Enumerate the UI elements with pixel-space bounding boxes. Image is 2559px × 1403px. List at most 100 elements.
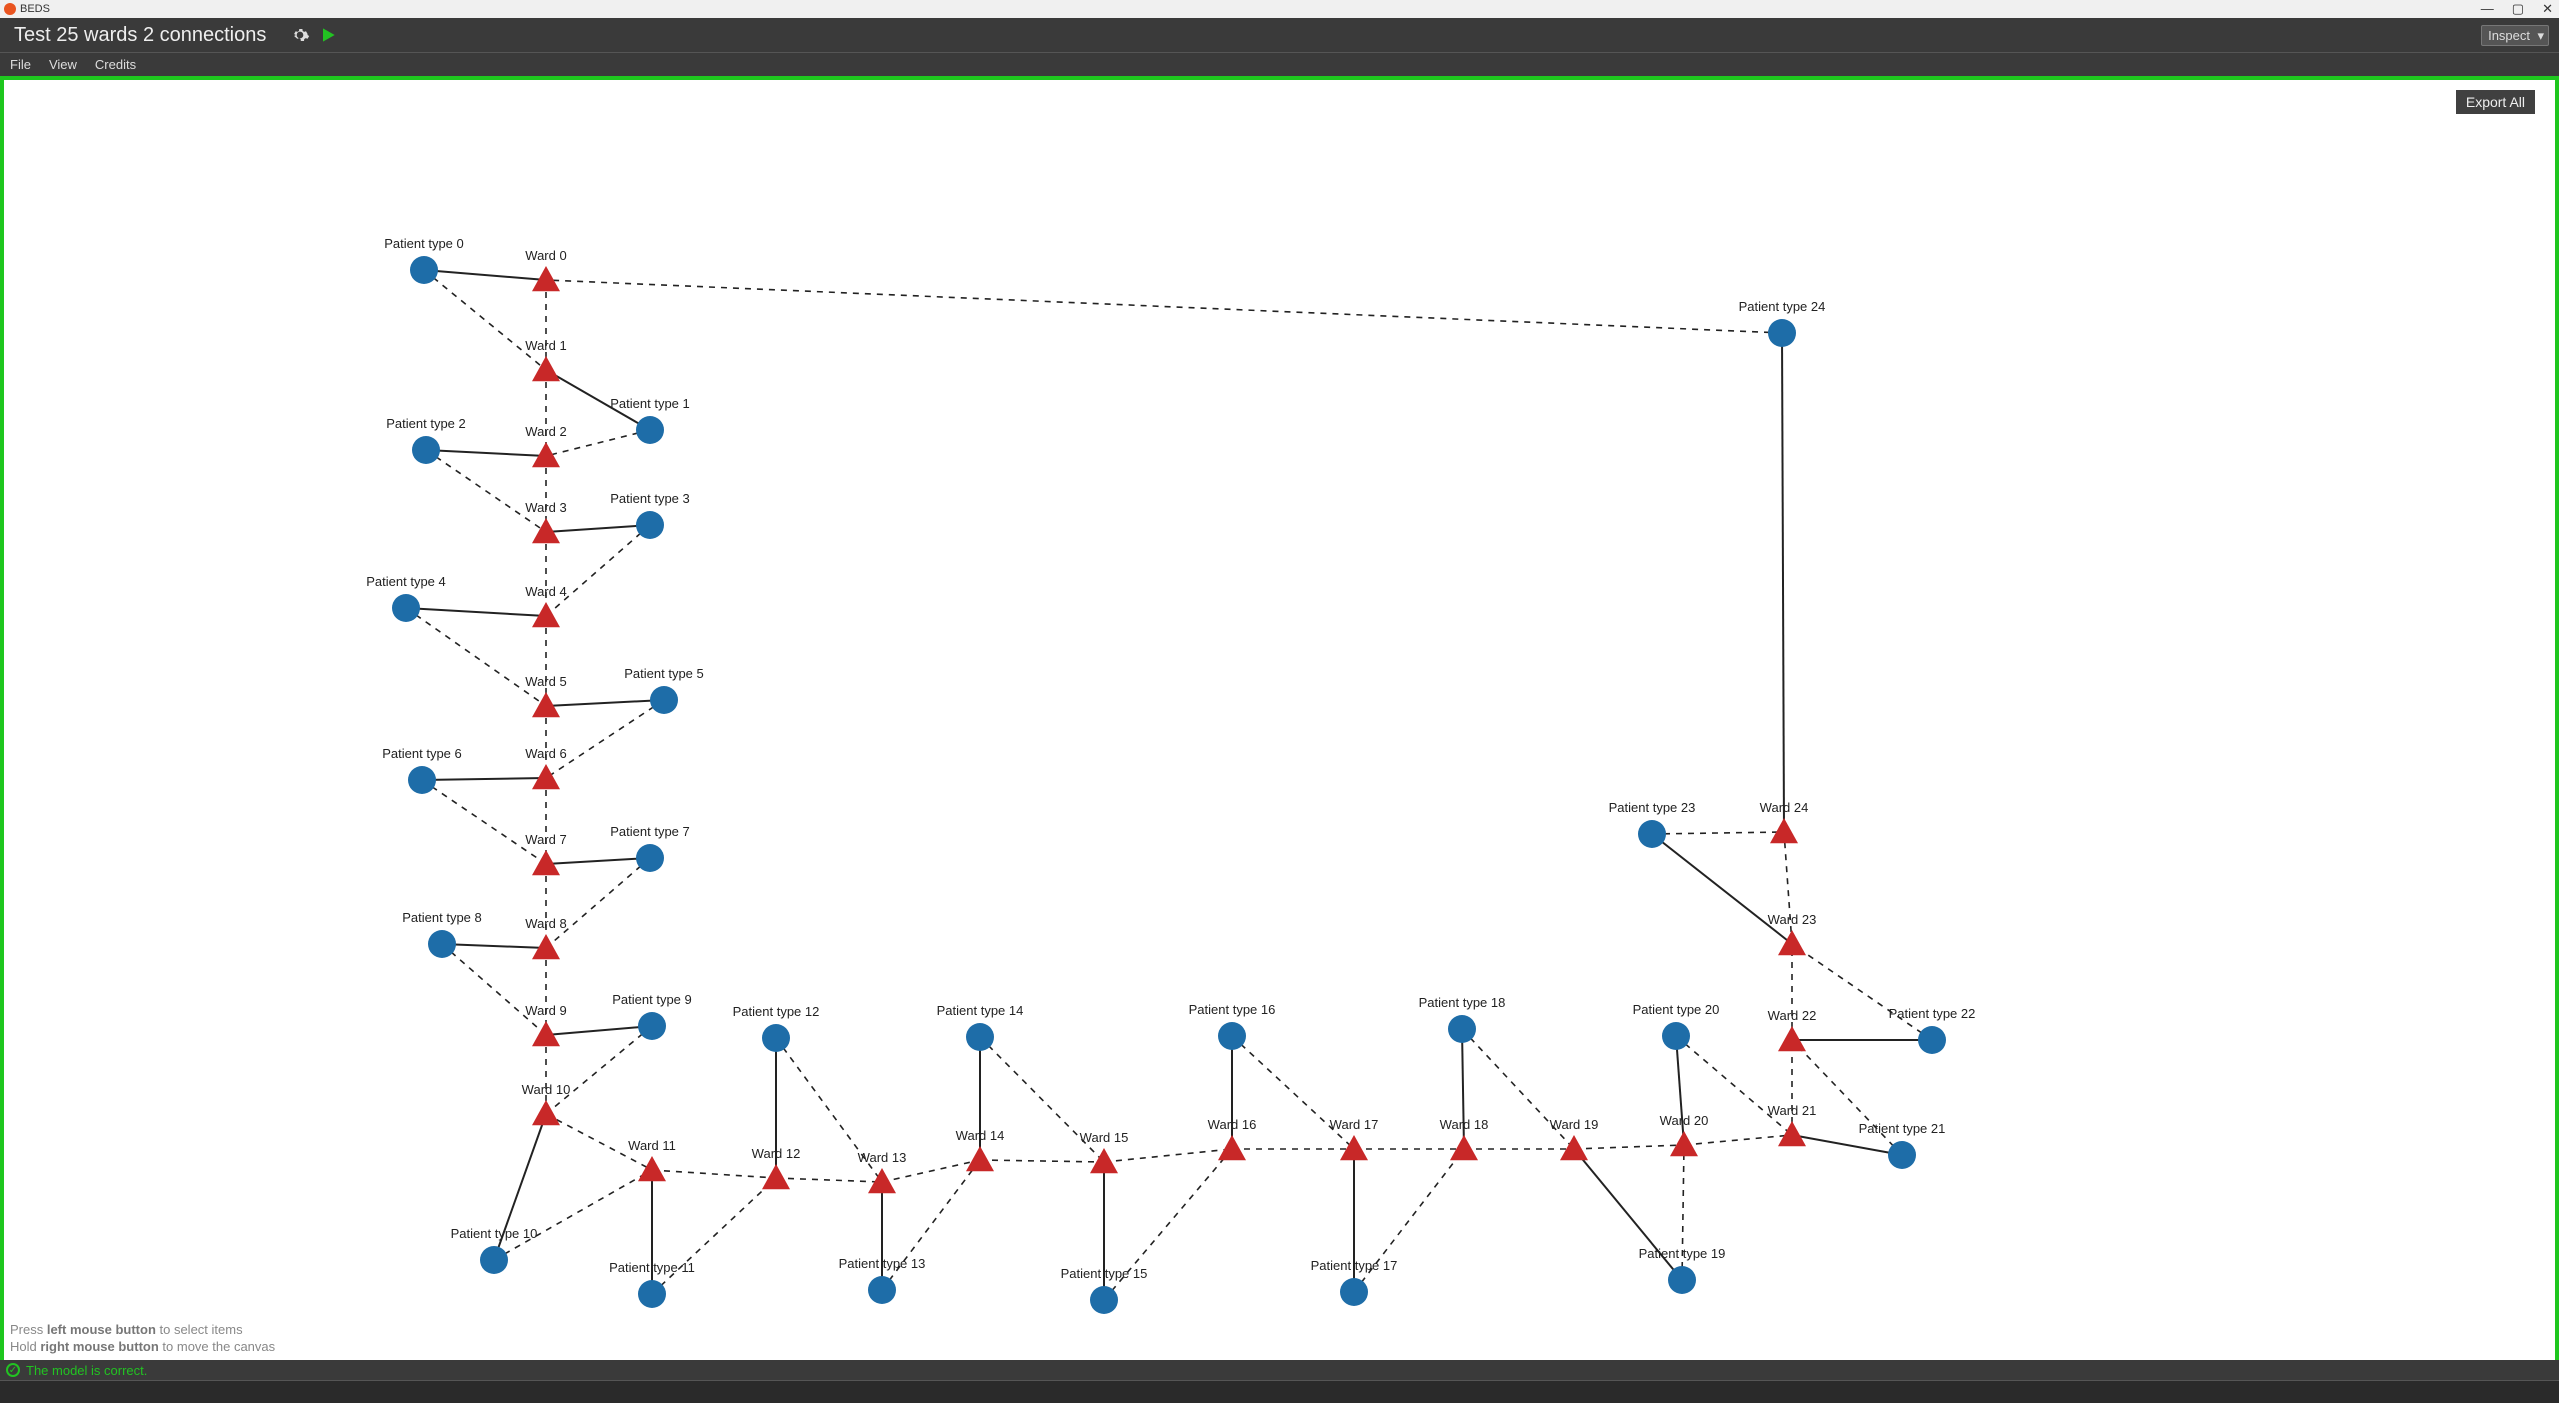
ward-node[interactable] (532, 934, 560, 959)
patient-node[interactable] (638, 1280, 666, 1308)
patient-node[interactable] (1448, 1015, 1476, 1043)
close-button[interactable]: ✕ (2542, 1, 2553, 17)
patient-node[interactable] (638, 1012, 666, 1040)
edge (546, 370, 650, 430)
edge (1462, 1029, 1574, 1149)
patient-node[interactable] (480, 1246, 508, 1274)
edge (1574, 1149, 1682, 1280)
patient-node[interactable] (1768, 319, 1796, 347)
ward-node[interactable] (1218, 1135, 1246, 1160)
ward-node[interactable] (762, 1164, 790, 1189)
os-app-name: BEDS (20, 3, 50, 15)
patient-node[interactable] (1638, 820, 1666, 848)
edge (1574, 1145, 1684, 1149)
patient-node[interactable] (650, 686, 678, 714)
patient-node[interactable] (408, 766, 436, 794)
patient-node[interactable] (392, 594, 420, 622)
menu-credits[interactable]: Credits (95, 57, 136, 72)
edge (776, 1178, 882, 1182)
ward-node[interactable] (1340, 1135, 1368, 1160)
edge (1104, 1149, 1232, 1162)
ward-label: Ward 23 (1768, 912, 1817, 927)
patient-label: Patient type 20 (1633, 1002, 1720, 1017)
minimize-button[interactable]: — (2481, 1, 2494, 17)
inspect-label: Inspect (2488, 28, 2530, 43)
edge (406, 608, 546, 706)
ward-node[interactable] (868, 1168, 896, 1193)
ward-node[interactable] (966, 1146, 994, 1171)
patient-label: Patient type 21 (1859, 1121, 1946, 1136)
edge (882, 1160, 980, 1182)
gear-icon[interactable] (290, 25, 310, 45)
ward-node[interactable] (532, 356, 560, 381)
hint1-bold: left mouse button (47, 1322, 156, 1337)
patient-node[interactable] (636, 416, 664, 444)
edge (424, 270, 546, 370)
canvas[interactable]: Export All Patient type 0Patient type 1P… (0, 76, 2559, 1360)
patient-label: Patient type 2 (386, 416, 466, 431)
edge (1462, 1029, 1464, 1149)
ward-node[interactable] (1670, 1131, 1698, 1156)
patient-node[interactable] (1218, 1022, 1246, 1050)
ward-node[interactable] (532, 764, 560, 789)
edge (546, 700, 664, 706)
patient-label: Patient type 6 (382, 746, 462, 761)
edge (1652, 832, 1784, 834)
menu-view[interactable]: View (49, 57, 77, 72)
hint2-suf: to move the canvas (159, 1339, 275, 1354)
patient-node[interactable] (868, 1276, 896, 1304)
ward-node[interactable] (1778, 1121, 1806, 1146)
patient-node[interactable] (1662, 1022, 1690, 1050)
ward-node[interactable] (1450, 1135, 1478, 1160)
patient-node[interactable] (636, 844, 664, 872)
os-taskbar[interactable] (0, 1380, 2559, 1403)
edge (1792, 1135, 1902, 1155)
edge (546, 280, 1782, 333)
edge (1684, 1135, 1792, 1145)
edge (546, 525, 650, 532)
edge (980, 1037, 1104, 1162)
edge (776, 1038, 882, 1182)
patient-node[interactable] (1668, 1266, 1696, 1294)
patient-node[interactable] (966, 1023, 994, 1051)
edge (1354, 1149, 1464, 1292)
ward-node[interactable] (638, 1156, 666, 1181)
patient-label: Patient type 0 (384, 236, 464, 251)
edge (1104, 1149, 1232, 1300)
patient-label: Patient type 7 (610, 824, 690, 839)
patient-node[interactable] (412, 436, 440, 464)
patient-label: Patient type 5 (624, 666, 704, 681)
patient-label: Patient type 3 (610, 491, 690, 506)
export-all-button[interactable]: Export All (2456, 90, 2535, 114)
menu-file[interactable]: File (10, 57, 31, 72)
status-text: The model is correct. (26, 1363, 147, 1378)
edge (442, 944, 546, 1035)
patient-label: Patient type 4 (366, 574, 446, 589)
edge (426, 450, 546, 456)
patient-node[interactable] (410, 256, 438, 284)
edge (1782, 333, 1784, 832)
patient-node[interactable] (762, 1024, 790, 1052)
edge (546, 1114, 652, 1170)
graph-svg[interactable]: Patient type 0Patient type 1Patient type… (4, 80, 2555, 1360)
inspect-dropdown[interactable]: Inspect ▾ (2481, 25, 2549, 46)
play-icon[interactable] (318, 25, 338, 45)
patient-node[interactable] (428, 930, 456, 958)
edge (546, 430, 650, 456)
patient-node[interactable] (1888, 1141, 1916, 1169)
edge (1792, 944, 1932, 1040)
ward-node[interactable] (532, 1100, 560, 1125)
patient-node[interactable] (1090, 1286, 1118, 1314)
hints: Press left mouse button to select items … (10, 1322, 275, 1356)
ward-label: Ward 19 (1550, 1117, 1599, 1132)
maximize-button[interactable]: ▢ (2512, 1, 2524, 17)
ward-node[interactable] (1770, 818, 1798, 843)
edge (652, 1178, 776, 1294)
patient-label: Patient type 10 (451, 1226, 538, 1241)
patient-node[interactable] (1918, 1026, 1946, 1054)
ward-node[interactable] (1778, 930, 1806, 955)
ward-node[interactable] (1778, 1026, 1806, 1051)
patient-node[interactable] (636, 511, 664, 539)
edge (422, 778, 546, 780)
patient-node[interactable] (1340, 1278, 1368, 1306)
